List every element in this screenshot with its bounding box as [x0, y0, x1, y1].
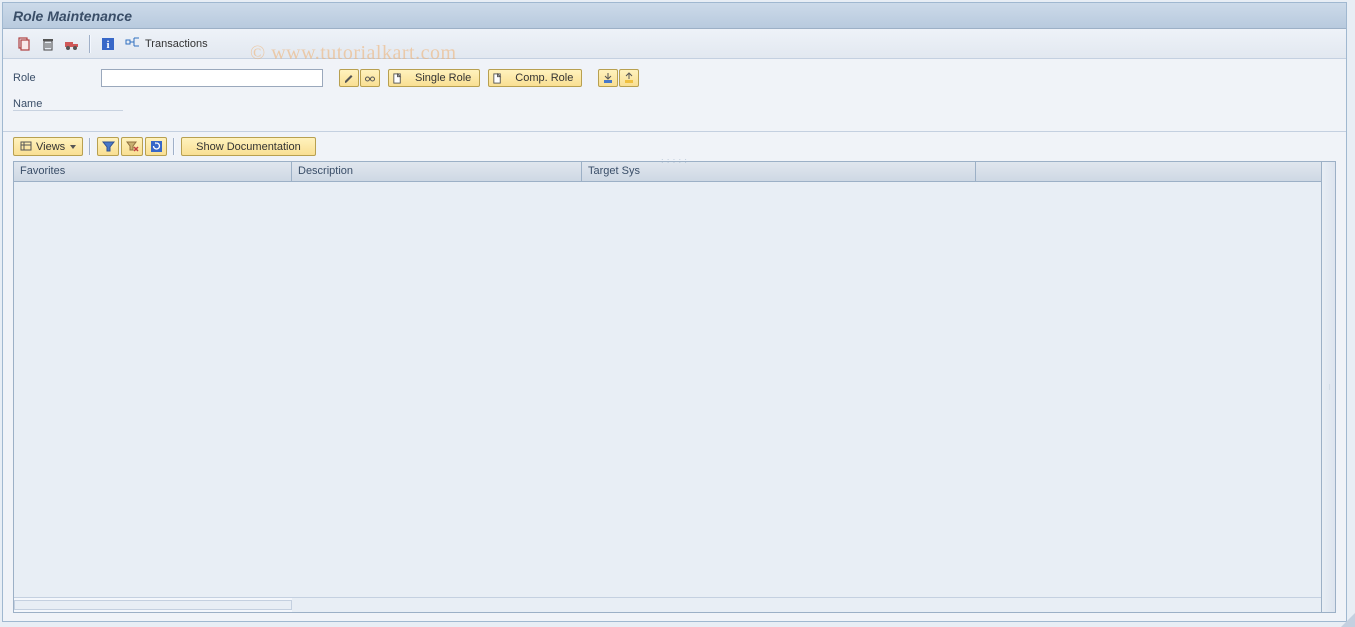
transactions-button[interactable]: Transactions	[121, 34, 212, 54]
page-title: Role Maintenance	[13, 8, 132, 24]
vertical-scrollbar[interactable]: ···	[1321, 162, 1335, 612]
horizontal-scrollbar[interactable]	[14, 598, 292, 612]
info-button[interactable]: i	[97, 34, 119, 54]
expand-tree-icon	[125, 36, 141, 52]
upload-icon	[623, 72, 635, 84]
alv-separator	[89, 138, 91, 155]
glasses-icon	[364, 72, 376, 84]
download-button[interactable]	[598, 69, 618, 87]
display-button[interactable]	[360, 69, 380, 87]
show-documentation-label: Show Documentation	[196, 141, 301, 153]
copy-button[interactable]	[13, 34, 35, 54]
splitter-handle-top[interactable]: : : : : :	[661, 158, 688, 165]
filter-button[interactable]	[97, 137, 119, 156]
table-container: : : : : : Favorites Description Target S…	[13, 161, 1336, 613]
filter-icon	[102, 140, 115, 153]
truck-icon	[64, 36, 80, 52]
role-input[interactable]	[101, 69, 323, 87]
table-content	[14, 182, 1321, 598]
views-label: Views	[36, 141, 65, 153]
views-icon	[20, 140, 33, 153]
single-role-button[interactable]: Single Role	[388, 69, 480, 87]
trash-icon	[40, 36, 56, 52]
info-icon: i	[100, 36, 116, 52]
views-button[interactable]: Views	[13, 137, 83, 156]
alv-toolbar: Views Show Documentation	[3, 132, 1346, 161]
copy-icon	[16, 36, 32, 52]
pencil-icon	[343, 72, 355, 84]
delete-button[interactable]	[37, 34, 59, 54]
new-doc-icon	[492, 73, 503, 84]
svg-text:i: i	[106, 39, 109, 51]
table-header: Favorites Description Target Sys	[14, 162, 1321, 182]
column-target-sys[interactable]: Target Sys	[582, 162, 976, 181]
main-toolbar: i Transactions	[3, 29, 1346, 59]
role-label: Role	[13, 72, 97, 84]
title-bar: Role Maintenance	[3, 3, 1346, 29]
comp-role-label: Comp. Role	[515, 72, 573, 84]
alv-separator	[173, 138, 175, 155]
column-description[interactable]: Description	[292, 162, 582, 181]
show-documentation-button[interactable]: Show Documentation	[181, 137, 316, 156]
transactions-label: Transactions	[145, 38, 208, 50]
edit-button[interactable]	[339, 69, 359, 87]
column-favorites[interactable]: Favorites	[14, 162, 292, 181]
refresh-button[interactable]	[145, 137, 167, 156]
download-icon	[602, 72, 614, 84]
comp-role-button[interactable]: Comp. Role	[488, 69, 582, 87]
refresh-icon	[150, 140, 163, 153]
upload-button[interactable]	[619, 69, 639, 87]
single-role-label: Single Role	[415, 72, 471, 84]
toolbar-separator	[89, 35, 91, 53]
filter-cancel-icon	[126, 140, 139, 153]
name-label: Name	[13, 98, 123, 111]
form-area: Role	[3, 59, 1346, 132]
chevron-down-icon	[70, 145, 76, 149]
transport-button[interactable]	[61, 34, 83, 54]
new-doc-icon	[392, 73, 403, 84]
column-blank	[976, 162, 1321, 181]
filter-delete-button[interactable]	[121, 137, 143, 156]
